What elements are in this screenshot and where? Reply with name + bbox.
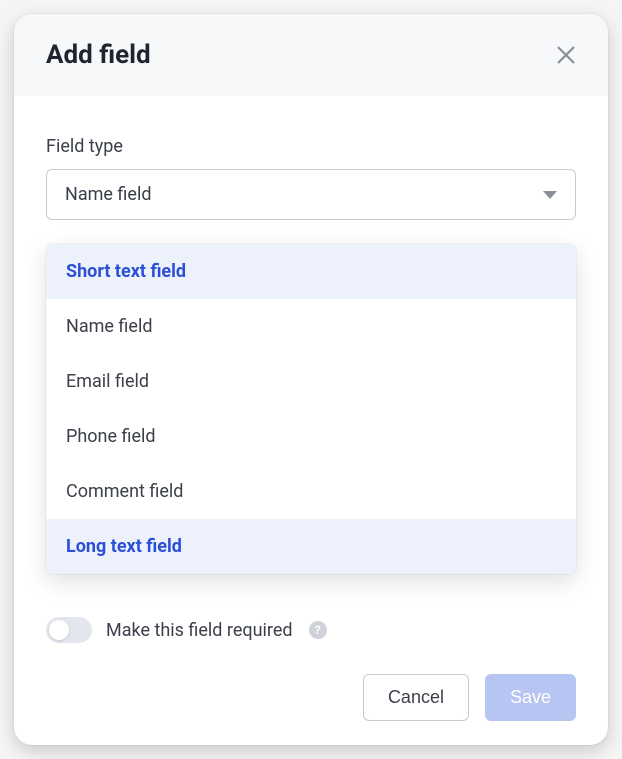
modal-footer: Cancel Save bbox=[363, 674, 576, 721]
required-toggle-row: Make this field required ? bbox=[46, 617, 327, 643]
cancel-button[interactable]: Cancel bbox=[363, 674, 469, 721]
chevron-down-icon bbox=[543, 191, 557, 199]
field-type-label: Field type bbox=[46, 136, 576, 157]
field-type-selected-value: Name field bbox=[65, 184, 151, 205]
dropdown-item-name-field[interactable]: Name field bbox=[46, 299, 576, 354]
dropdown-item-phone-field[interactable]: Phone field bbox=[46, 409, 576, 464]
modal-body: Field type Name field Short text field N… bbox=[14, 96, 608, 240]
dropdown-item-comment-field[interactable]: Comment field bbox=[46, 464, 576, 519]
toggle-knob bbox=[49, 620, 69, 640]
required-toggle-label: Make this field required bbox=[106, 620, 293, 641]
required-toggle[interactable] bbox=[46, 617, 92, 643]
add-field-modal: Add field Field type Name field Short te… bbox=[14, 14, 608, 745]
help-icon[interactable]: ? bbox=[309, 621, 327, 639]
modal-title: Add field bbox=[46, 40, 151, 70]
field-type-select[interactable]: Name field bbox=[46, 169, 576, 220]
dropdown-item-email-field[interactable]: Email field bbox=[46, 354, 576, 409]
dropdown-group-short-text[interactable]: Short text field bbox=[46, 244, 576, 299]
close-icon[interactable] bbox=[552, 41, 580, 69]
modal-header: Add field bbox=[14, 14, 608, 96]
field-type-dropdown: Short text field Name field Email field … bbox=[46, 244, 576, 574]
save-button[interactable]: Save bbox=[485, 674, 576, 721]
dropdown-group-long-text[interactable]: Long text field bbox=[46, 519, 576, 574]
